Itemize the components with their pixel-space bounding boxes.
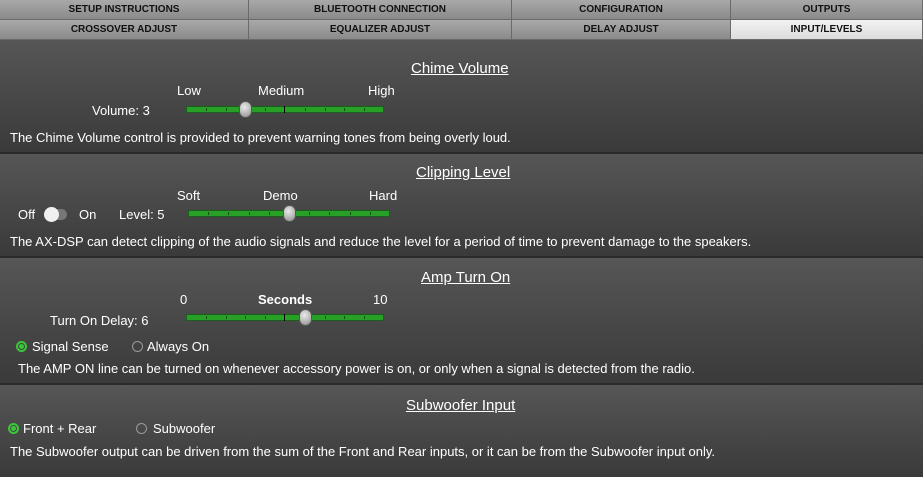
slider-track — [186, 314, 384, 321]
clipping-level-section: Clipping Level Soft Demo Hard Off On Lev… — [0, 154, 923, 258]
subwoofer-label[interactable]: Subwoofer — [153, 421, 215, 436]
slider-tick — [364, 316, 365, 319]
chime-scale-medium: Medium — [258, 83, 305, 98]
chime-scale-low: Low — [177, 83, 201, 98]
always-on-label[interactable]: Always On — [147, 339, 209, 354]
slider-tick — [370, 212, 371, 215]
subwoofer-input-title: Subwoofer Input — [406, 397, 516, 414]
slider-tick — [325, 316, 326, 319]
clipping-level-title: Clipping Level — [416, 164, 511, 181]
chime-description: The Chime Volume control is provided to … — [10, 130, 511, 145]
signal-sense-label[interactable]: Signal Sense — [32, 339, 109, 354]
slider-center-mark — [284, 106, 285, 113]
tab-crossover-adjust[interactable]: CROSSOVER ADJUST — [0, 20, 249, 40]
amp-scale-zero: 0 — [180, 292, 188, 307]
tab-equalizer-adjust[interactable]: EQUALIZER ADJUST — [249, 20, 512, 40]
tab-delay-adjust[interactable]: DELAY ADJUST — [512, 20, 731, 40]
clipping-scale-hard: Hard — [369, 188, 398, 203]
clipping-description: The AX-DSP can detect clipping of the au… — [10, 234, 752, 249]
clipping-toggle[interactable] — [44, 207, 67, 222]
amp-delay-slider[interactable] — [186, 309, 384, 326]
amp-delay-value: Turn On Delay: 6 — [50, 313, 149, 328]
subwoofer-radio[interactable] — [136, 423, 147, 434]
slider-tick — [245, 316, 246, 319]
chime-scale-high: High — [368, 83, 395, 98]
slider-thumb[interactable] — [299, 309, 312, 326]
clipping-toggle-on-label: On — [79, 207, 97, 222]
front-rear-radio[interactable] — [8, 423, 19, 434]
slider-tick — [265, 316, 266, 319]
slider-tick — [325, 108, 326, 111]
slider-tick — [344, 316, 345, 319]
amp-turn-on-section: Amp Turn On 0 Seconds 10 Turn On Delay: … — [0, 258, 923, 385]
slider-tick — [364, 108, 365, 111]
slider-tick — [249, 212, 250, 215]
tab-bluetooth-connection[interactable]: BLUETOOTH CONNECTION — [249, 0, 512, 20]
slider-tick — [208, 212, 209, 215]
toggle-knob — [44, 207, 59, 222]
slider-thumb[interactable] — [283, 205, 296, 222]
slider-tick — [226, 316, 227, 319]
slider-track — [186, 106, 384, 113]
chime-volume-slider[interactable] — [186, 101, 384, 118]
amp-scale-ten: 10 — [373, 292, 388, 307]
amp-turn-on-title: Amp Turn On — [421, 269, 511, 286]
slider-tick — [329, 212, 330, 215]
slider-tick — [226, 108, 227, 111]
signal-sense-radio[interactable] — [16, 341, 27, 352]
chime-volume-section: Chime Volume Low Medium High Volume: 3 T… — [0, 40, 923, 154]
slider-tick — [269, 212, 270, 215]
subwoofer-description: The Subwoofer output can be driven from … — [10, 444, 716, 459]
slider-tick — [350, 212, 351, 215]
slider-tick — [344, 108, 345, 111]
amp-scale-seconds: Seconds — [258, 292, 313, 307]
clipping-level-value: Level: 5 — [119, 207, 165, 222]
front-rear-label[interactable]: Front + Rear — [23, 421, 96, 436]
tab-configuration[interactable]: CONFIGURATION — [512, 0, 731, 20]
slider-tick — [228, 212, 229, 215]
clipping-toggle-off-label: Off — [18, 207, 36, 222]
clipping-scale-demo: Demo — [263, 188, 298, 203]
subwoofer-input-section: Subwoofer Input Front + Rear Subwoofer T… — [0, 385, 923, 477]
clipping-scale-soft: Soft — [177, 188, 201, 203]
slider-center-mark — [284, 314, 285, 321]
slider-tick — [309, 212, 310, 215]
slider-tick — [265, 108, 266, 111]
always-on-radio[interactable] — [132, 341, 143, 352]
chime-volume-title: Chime Volume — [411, 60, 509, 77]
slider-tick — [206, 316, 207, 319]
clipping-level-slider[interactable] — [188, 205, 390, 222]
tab-input-levels[interactable]: INPUT/LEVELS — [731, 20, 923, 40]
slider-thumb[interactable] — [239, 101, 252, 118]
tab-setup-instructions[interactable]: SETUP INSTRUCTIONS — [0, 0, 249, 20]
chime-volume-value: Volume: 3 — [92, 103, 150, 118]
tab-outputs[interactable]: OUTPUTS — [731, 0, 923, 20]
amp-description: The AMP ON line can be turned on wheneve… — [18, 361, 695, 376]
slider-tick — [206, 108, 207, 111]
slider-tick — [305, 108, 306, 111]
